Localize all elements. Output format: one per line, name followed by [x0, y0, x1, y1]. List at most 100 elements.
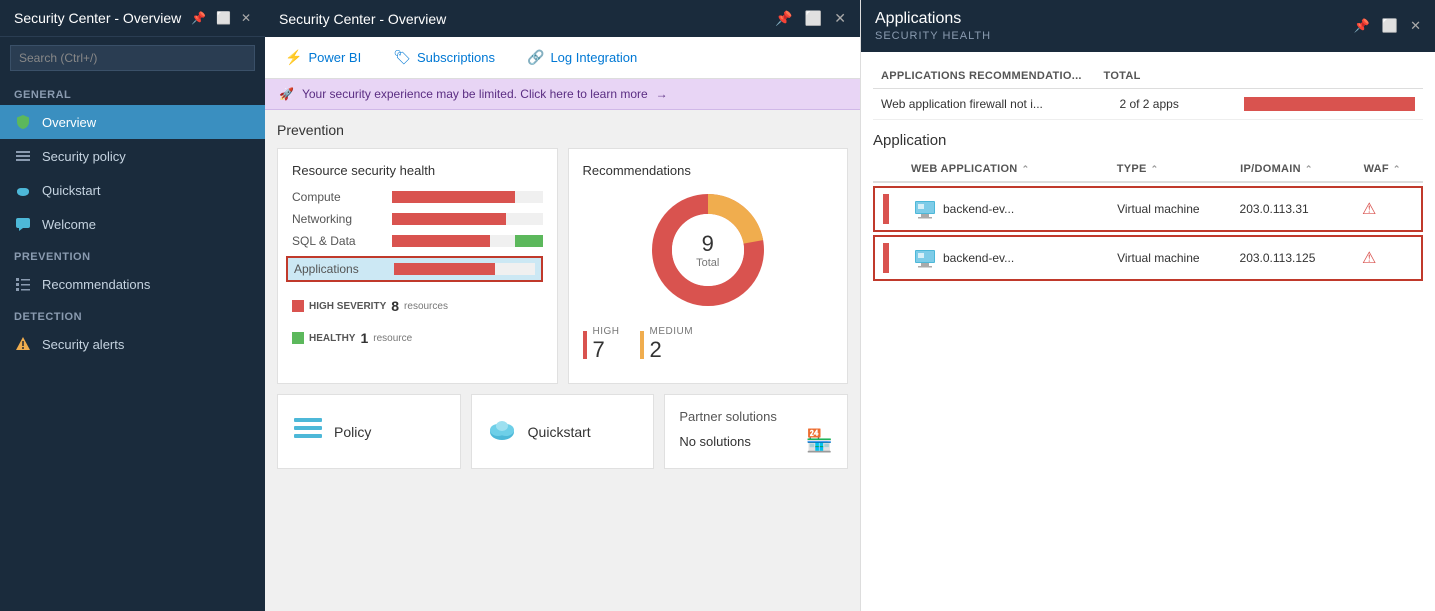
- policy-card[interactable]: Policy: [277, 394, 461, 469]
- log-integration-button[interactable]: 🔗 Log Integration: [521, 45, 643, 70]
- sidebar-search-container: [0, 37, 265, 79]
- sql-bar: [392, 235, 543, 247]
- compute-bar: [392, 191, 543, 203]
- app-table-row-2[interactable]: backend-ev... Virtual machine 203.0.113.…: [873, 235, 1423, 281]
- prevention-title: Prevention: [277, 122, 848, 138]
- networking-bar: [392, 213, 543, 225]
- vm-icon-1: [913, 197, 937, 221]
- legend-healthy: HEALTHY 1 resource: [292, 330, 412, 346]
- bars-icon: [14, 147, 32, 165]
- right-panel-subtitle: SECURITY HEALTH: [875, 30, 991, 42]
- app-col-webapp: WEB APPLICATION ⌃: [911, 163, 1117, 175]
- sidebar-item-security-alerts[interactable]: Security alerts: [0, 327, 265, 361]
- app-col-webapp-label: WEB APPLICATION: [911, 163, 1018, 175]
- ip-sort-icon[interactable]: ⌃: [1305, 164, 1313, 175]
- resource-health-title: Resource security health: [292, 163, 543, 178]
- close-icon-right[interactable]: ✕: [1410, 18, 1421, 34]
- sidebar-titlebar: Security Center - Overview 📌 ⬜ ✕: [0, 0, 265, 37]
- search-input[interactable]: [10, 45, 255, 71]
- sidebar-item-quickstart[interactable]: Quickstart: [0, 173, 265, 207]
- applications-label: Applications: [294, 262, 384, 276]
- sidebar-item-security-policy[interactable]: Security policy: [0, 139, 265, 173]
- row1-type: Virtual machine: [1117, 202, 1239, 216]
- section-label-detection: DETECTION: [0, 301, 265, 327]
- waf-table-header: APPLICATIONS RECOMMENDATIO... TOTAL: [873, 64, 1423, 89]
- alert-icon: [14, 335, 32, 353]
- close-icon[interactable]: ✕: [241, 11, 251, 25]
- sidebar-item-label-quickstart: Quickstart: [42, 183, 101, 198]
- sidebar-item-label-security-policy: Security policy: [42, 149, 126, 164]
- rocket-icon: 🚀: [279, 87, 294, 101]
- row2-name: backend-ev...: [943, 251, 1014, 265]
- main-area: Security Center - Overview 📌 ⬜ ✕ ⚡ Power…: [265, 0, 860, 611]
- subscriptions-button[interactable]: 🏷 Subscriptions: [387, 45, 501, 70]
- partner-solutions-title: Partner solutions: [679, 409, 833, 424]
- power-bi-icon: ⚡: [285, 49, 302, 66]
- power-bi-button[interactable]: ⚡ Power BI: [279, 45, 367, 70]
- quickstart-icon: [486, 412, 518, 451]
- legend-healthy-count: 1: [360, 330, 368, 346]
- sidebar-item-label-security-alerts: Security alerts: [42, 337, 124, 352]
- subscriptions-icon: 🏷: [393, 49, 411, 66]
- severity-medium-item: MEDIUM 2: [640, 326, 694, 363]
- pin-icon[interactable]: 📌: [191, 11, 206, 25]
- main-titlebar: Security Center - Overview 📌 ⬜ ✕: [265, 0, 860, 37]
- webapp-sort-icon[interactable]: ⌃: [1022, 164, 1030, 175]
- legend-row: HIGH SEVERITY 8 resources HEALTHY 1 reso…: [292, 298, 543, 346]
- content-body: Prevention Resource security health Comp…: [265, 110, 860, 611]
- sidebar-item-label-overview: Overview: [42, 115, 96, 130]
- right-panel-title: Applications: [875, 10, 991, 28]
- toolbar: ⚡ Power BI 🏷 Subscriptions 🔗 Log Integra…: [265, 37, 860, 79]
- waf-col1-header: APPLICATIONS RECOMMENDATIO...: [881, 70, 1104, 82]
- app-table-row-1[interactable]: backend-ev... Virtual machine 203.0.113.…: [873, 186, 1423, 232]
- sidebar-item-recommendations[interactable]: Recommendations: [0, 267, 265, 301]
- waf-row-1[interactable]: Web application firewall not i... 2 of 2…: [873, 89, 1423, 120]
- compute-row: Compute: [292, 190, 543, 204]
- sql-bar-green: [515, 235, 542, 247]
- waf-row-count: 2 of 2 apps: [1119, 97, 1233, 111]
- app-table-header: WEB APPLICATION ⌃ TYPE ⌃ IP/DOMAIN ⌃ WAF…: [873, 157, 1423, 183]
- sidebar-item-label-recommendations: Recommendations: [42, 277, 150, 292]
- pin-icon-main[interactable]: 📌: [775, 10, 792, 27]
- warn-icon-2: ⚠: [1362, 250, 1376, 267]
- partner-no-solutions-row: No solutions 🏪: [679, 428, 833, 454]
- sidebar-item-overview[interactable]: Overview: [0, 105, 265, 139]
- pin-icon-right[interactable]: 📌: [1354, 18, 1370, 34]
- right-panel-icon-row: 📌 ⬜ ✕: [1354, 18, 1421, 34]
- severity-high-info: HIGH 7: [593, 326, 620, 363]
- right-panel: Applications SECURITY HEALTH 📌 ⬜ ✕ APPLI…: [860, 0, 1435, 611]
- waf-row-label: Web application firewall not i...: [881, 97, 1109, 111]
- main-titlebar-icons: 📌 ⬜ ✕: [775, 10, 846, 27]
- quickstart-card[interactable]: Quickstart: [471, 394, 655, 469]
- row1-waf-alert: ⚠: [1362, 199, 1413, 219]
- partner-solutions-card: Partner solutions No solutions 🏪: [664, 394, 848, 469]
- type-sort-icon[interactable]: ⌃: [1151, 164, 1159, 175]
- maximize-icon-main[interactable]: ⬜: [805, 10, 822, 27]
- severity-medium-bar: [640, 331, 644, 359]
- section-label-prevention: PREVENTION: [0, 241, 265, 267]
- shield-icon: [14, 113, 32, 131]
- severity-high-label: HIGH: [593, 326, 620, 337]
- donut-total-text: Total: [696, 257, 719, 269]
- row1-red-bar: [883, 194, 889, 224]
- row2-webapp: backend-ev...: [913, 246, 1117, 270]
- sql-row: SQL & Data: [292, 234, 543, 248]
- networking-label: Networking: [292, 212, 382, 226]
- app-col-waf-label: WAF: [1364, 163, 1389, 175]
- sidebar-title-icons: 📌 ⬜ ✕: [191, 11, 251, 25]
- applications-row[interactable]: Applications: [286, 256, 543, 282]
- severity-medium-label: MEDIUM: [650, 326, 694, 337]
- row1-name: backend-ev...: [943, 202, 1014, 216]
- sidebar-item-label-welcome: Welcome: [42, 217, 96, 232]
- waf-sort-icon[interactable]: ⌃: [1393, 164, 1401, 175]
- maximize-icon[interactable]: ⬜: [216, 11, 231, 25]
- bottom-grid: Policy Quickstart Partner solutions No s…: [277, 394, 848, 469]
- sidebar-item-welcome[interactable]: Welcome: [0, 207, 265, 241]
- legend-high-severity: HIGH SEVERITY 8 resources: [292, 298, 448, 314]
- banner[interactable]: 🚀 Your security experience may be limite…: [265, 79, 860, 110]
- cloud-icon: [14, 181, 32, 199]
- maximize-icon-right[interactable]: ⬜: [1382, 18, 1398, 34]
- severity-high-item: HIGH 7: [583, 326, 620, 363]
- severity-row: HIGH 7 MEDIUM 2: [583, 320, 834, 369]
- close-icon-main[interactable]: ✕: [834, 10, 846, 27]
